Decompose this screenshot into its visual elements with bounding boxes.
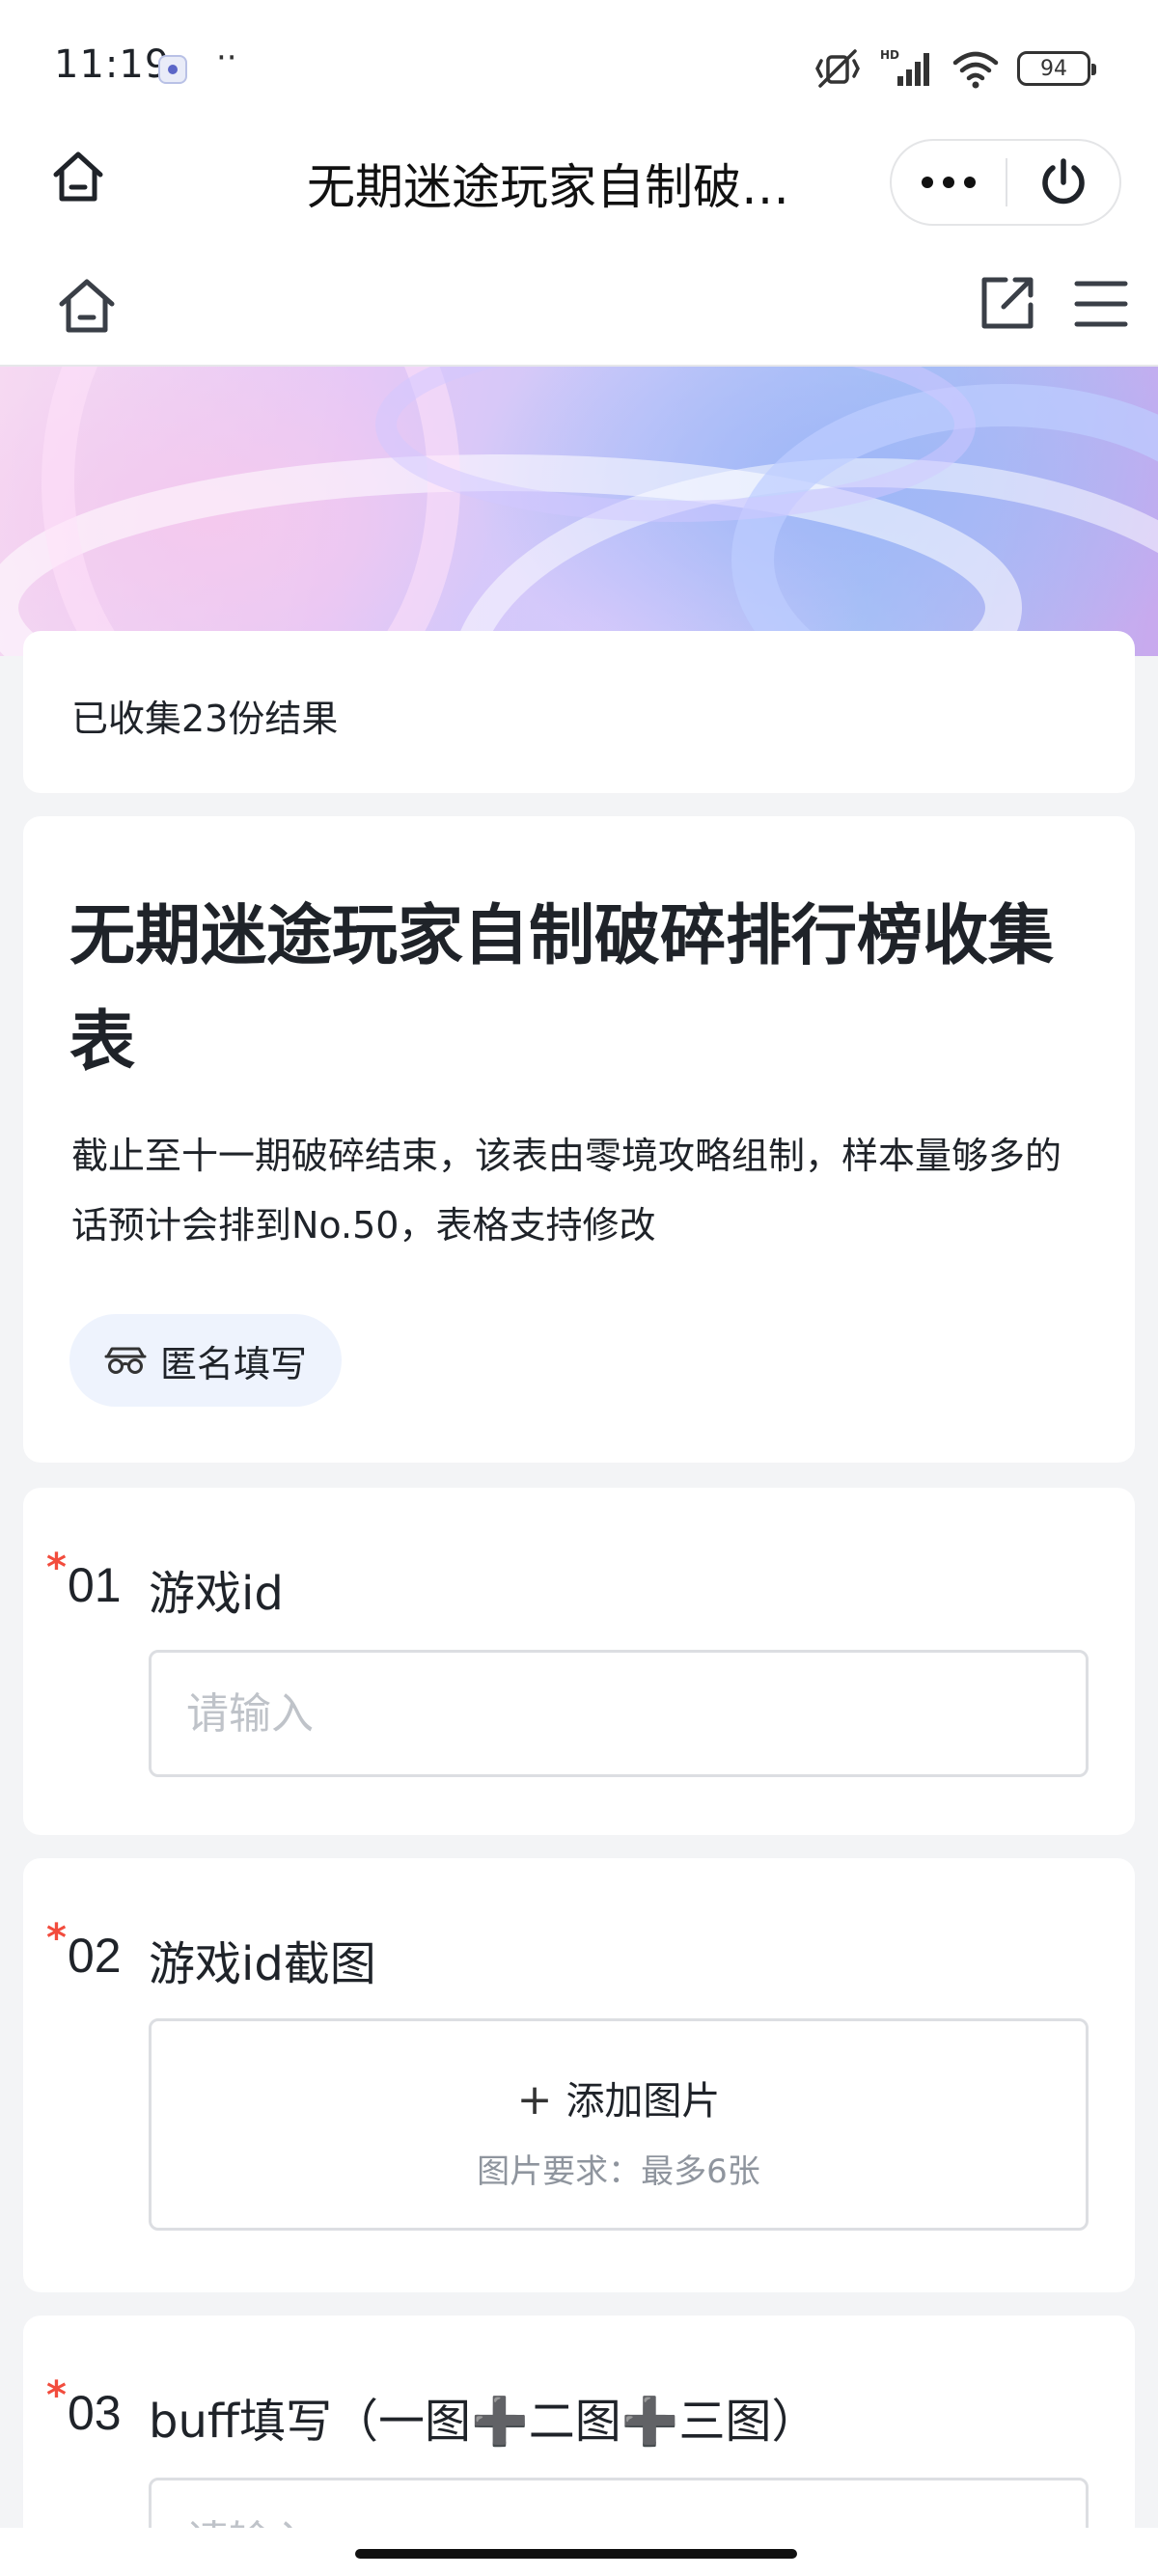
home-icon[interactable] bbox=[44, 143, 112, 210]
more-dot-icon bbox=[964, 177, 976, 188]
form-description: 截止至十一期破碎结束，该表由零境攻略组制，样本量够多的话预计会排到No.50，表… bbox=[71, 1135, 1062, 1247]
status-icons: HD 94 bbox=[813, 44, 1096, 93]
results-count-card: 已收集23份结果 bbox=[23, 631, 1135, 793]
question-title: 游戏id截图 bbox=[149, 1937, 376, 1991]
question-card-01: * 01 游戏id bbox=[23, 1488, 1135, 1835]
status-bar: 11:19 ·· HD 94 bbox=[0, 0, 1158, 135]
results-count-text: 已收集23份结果 bbox=[71, 698, 339, 740]
mini-program-capsule bbox=[890, 139, 1121, 226]
required-marker: * bbox=[46, 1546, 67, 1590]
svg-text:HD: HD bbox=[880, 48, 899, 62]
add-image-button[interactable]: + 添加图片 bbox=[152, 2069, 1086, 2125]
more-notifications-indicator: ·· bbox=[216, 39, 237, 77]
upload-hint: 图片要求：最多6张 bbox=[477, 2152, 760, 2191]
question-title: buff填写（一图➕二图➕三图） bbox=[149, 2395, 818, 2449]
anonymous-mask-icon bbox=[104, 1347, 147, 1374]
menu-icon[interactable] bbox=[1071, 274, 1131, 334]
question-number: 03 bbox=[68, 2386, 122, 2440]
add-image-label: 添加图片 bbox=[565, 2079, 721, 2124]
form-title: 无期迷途玩家自制破碎排行榜收集表 bbox=[69, 898, 1055, 1081]
power-icon bbox=[1042, 158, 1085, 205]
question-number: 02 bbox=[68, 1929, 122, 1983]
wifi-icon bbox=[951, 47, 1000, 90]
game-id-input[interactable] bbox=[149, 1650, 1089, 1777]
share-icon[interactable] bbox=[977, 272, 1038, 334]
question-number: 01 bbox=[68, 1558, 122, 1612]
app-notification-icon bbox=[158, 55, 187, 84]
question-card-02: * 02 游戏id截图 + 添加图片 图片要求：最多6张 bbox=[23, 1858, 1135, 2292]
image-upload-area[interactable]: + 添加图片 图片要求：最多6张 bbox=[149, 2018, 1089, 2231]
signal-icon: HD bbox=[880, 47, 934, 90]
form-toolbar bbox=[0, 249, 1158, 367]
more-options-button[interactable] bbox=[892, 141, 1006, 224]
page-title: 无期迷途玩家自制破… bbox=[307, 159, 789, 215]
question-title: 游戏id bbox=[149, 1567, 284, 1621]
navigation-bar: 无期迷途玩家自制破… bbox=[0, 135, 1158, 249]
close-program-button[interactable] bbox=[1007, 141, 1119, 224]
more-dot-icon bbox=[943, 177, 954, 188]
more-dot-icon bbox=[922, 177, 933, 188]
vibrate-mute-icon bbox=[813, 47, 863, 90]
battery-indicator: 94 bbox=[1017, 51, 1096, 86]
status-time: 11:19 bbox=[54, 42, 171, 87]
anonymous-badge: 匿名填写 bbox=[69, 1314, 343, 1407]
form-intro-card: 无期迷途玩家自制破碎排行榜收集表 截止至十一期破碎结束，该表由零境攻略组制，样本… bbox=[23, 816, 1135, 1463]
anonymous-label: 匿名填写 bbox=[160, 1342, 308, 1385]
home-gesture-bar[interactable] bbox=[355, 2549, 797, 2559]
plus-icon: + bbox=[516, 2075, 553, 2124]
banner-ribbons bbox=[0, 367, 1158, 656]
form-banner-image bbox=[0, 367, 1158, 656]
form-home-icon[interactable] bbox=[52, 270, 122, 340]
required-marker: * bbox=[46, 1916, 67, 1960]
required-marker: * bbox=[46, 2373, 67, 2418]
